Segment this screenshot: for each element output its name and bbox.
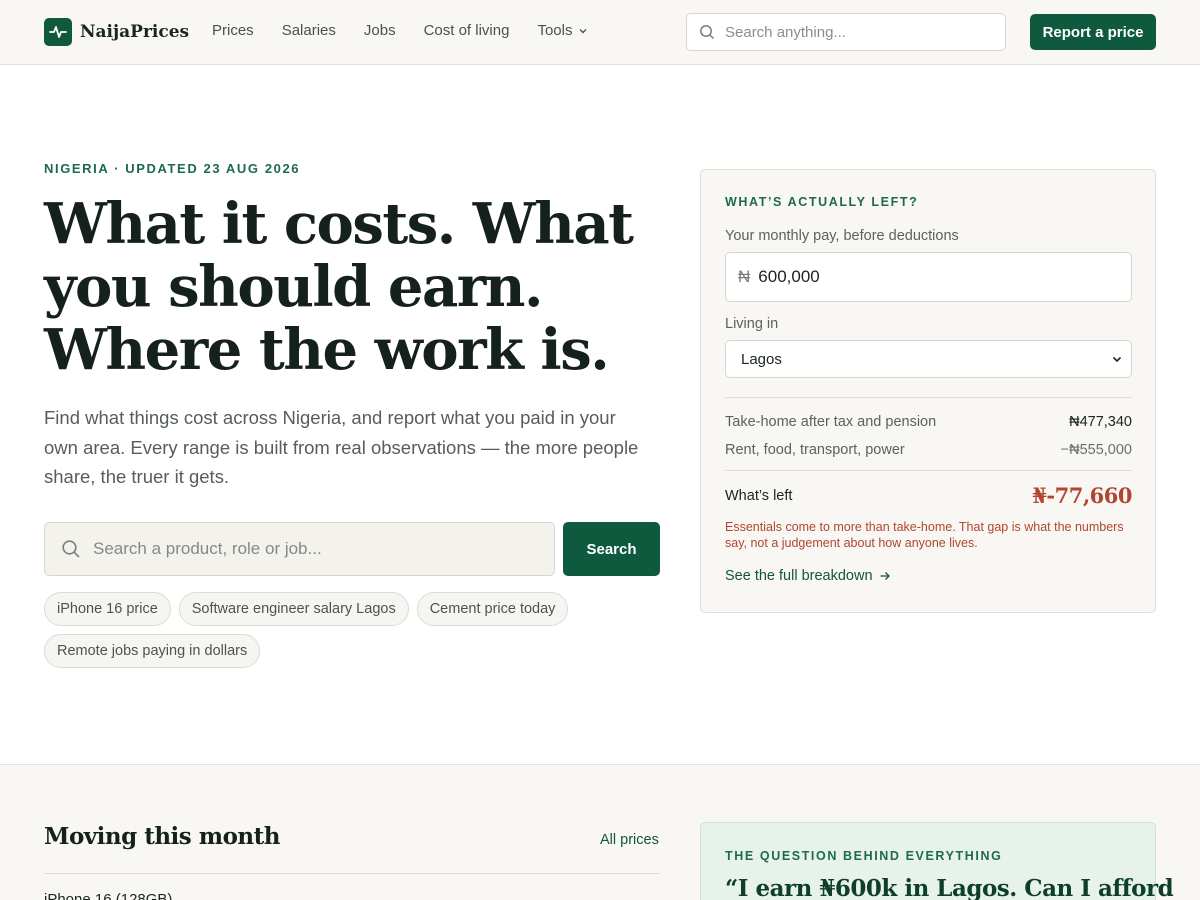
header-search[interactable] <box>686 13 1006 51</box>
chevron-down-icon <box>579 28 587 33</box>
suggestion-chips: iPhone 16 price Software engineer salary… <box>44 592 644 668</box>
search-icon <box>62 540 80 558</box>
full-breakdown-link[interactable]: See the full breakdown <box>725 568 891 584</box>
monthly-pay-input[interactable] <box>758 267 1119 287</box>
essentials-label: Rent, food, transport, power <box>725 442 905 458</box>
nav-salaries[interactable]: Salaries <box>282 22 336 39</box>
suggestion-chip[interactable]: Software engineer salary Lagos <box>178 592 409 626</box>
hero-title-line: What it costs. What <box>44 191 634 257</box>
suggestion-chip[interactable]: iPhone 16 price <box>44 592 171 626</box>
report-price-button[interactable]: Report a price <box>1030 14 1156 50</box>
moving-title: Moving this month <box>44 823 281 850</box>
top-header: NaijaPrices Prices Salaries Jobs Cost of… <box>0 0 1200 65</box>
naira-symbol: ₦ <box>738 267 751 286</box>
nav-tools-dropdown[interactable]: Tools <box>537 22 588 39</box>
nav-prices[interactable]: Prices <box>212 22 254 39</box>
divider <box>725 397 1132 398</box>
city-select[interactable]: Lagos <box>725 340 1132 378</box>
takehome-row: Take-home after tax and pension ₦477,340 <box>725 414 1132 430</box>
hero-title-line: Where the work is. <box>44 317 610 383</box>
hero-title-line: you should earn. <box>44 254 543 320</box>
arrow-right-icon <box>880 572 890 580</box>
nav-jobs[interactable]: Jobs <box>364 22 396 39</box>
full-breakdown-label: See the full breakdown <box>725 568 873 584</box>
city-select-value: Lagos <box>741 350 782 368</box>
takehome-value: ₦477,340 <box>1069 414 1132 430</box>
moving-section: Moving this month All prices iPhone 16 (… <box>0 764 1200 900</box>
takehome-label: Take-home after tax and pension <box>725 414 937 430</box>
divider <box>44 873 660 874</box>
monthly-pay-field[interactable]: ₦ <box>725 252 1132 302</box>
main-nav: Prices Salaries Jobs Cost of living Tool… <box>212 22 588 39</box>
whats-left-label: What’s left <box>725 487 793 504</box>
pulse-icon <box>44 18 72 46</box>
question-quote: “I earn ₦600k in Lagos. Can I afford <box>725 875 1174 900</box>
calculator-eyebrow: WHAT’S ACTUALLY LEFT? <box>725 195 919 209</box>
nav-cost-of-living[interactable]: Cost of living <box>424 22 510 39</box>
search-icon <box>700 25 715 40</box>
question-card: THE QUESTION BEHIND EVERYTHING “I earn ₦… <box>700 822 1174 900</box>
hero-search-button[interactable]: Search <box>563 522 660 576</box>
chevron-down-icon <box>1112 356 1122 363</box>
gap-note: Essentials come to more than take-home. … <box>725 520 1124 550</box>
nav-tools-label: Tools <box>537 22 573 39</box>
list-item[interactable]: iPhone 16 (128GB) <box>44 891 172 900</box>
brand-name: NaijaPrices <box>80 22 190 42</box>
question-eyebrow: THE QUESTION BEHIND EVERYTHING <box>725 849 1003 863</box>
hero-search-input[interactable] <box>93 539 533 559</box>
pay-label: Your monthly pay, before deductions <box>725 228 959 244</box>
brand-logo[interactable]: NaijaPrices <box>44 18 189 46</box>
city-label: Living in <box>725 316 779 332</box>
whats-left-row: What’s left ₦-77,660 <box>725 483 1132 508</box>
all-prices-link[interactable]: All prices <box>600 832 659 848</box>
whats-left-value: ₦-77,660 <box>1032 483 1132 508</box>
hero-search-box[interactable] <box>44 522 555 576</box>
header-search-input[interactable] <box>725 23 985 41</box>
hero-eyebrow: NIGERIA · UPDATED 23 AUG 2026 <box>44 161 301 176</box>
hero-subtitle: Find what things cost across Nigeria, an… <box>44 407 639 487</box>
essentials-value: −₦555,000 <box>1060 442 1132 458</box>
hero-title: What it costs. What you should earn. Whe… <box>44 193 644 382</box>
divider <box>725 470 1132 471</box>
take-home-calculator: WHAT’S ACTUALLY LEFT? Your monthly pay, … <box>700 169 1156 613</box>
suggestion-chip[interactable]: Remote jobs paying in dollars <box>44 634 261 668</box>
essentials-row: Rent, food, transport, power −₦555,000 <box>725 442 1132 458</box>
suggestion-chip[interactable]: Cement price today <box>416 592 569 626</box>
